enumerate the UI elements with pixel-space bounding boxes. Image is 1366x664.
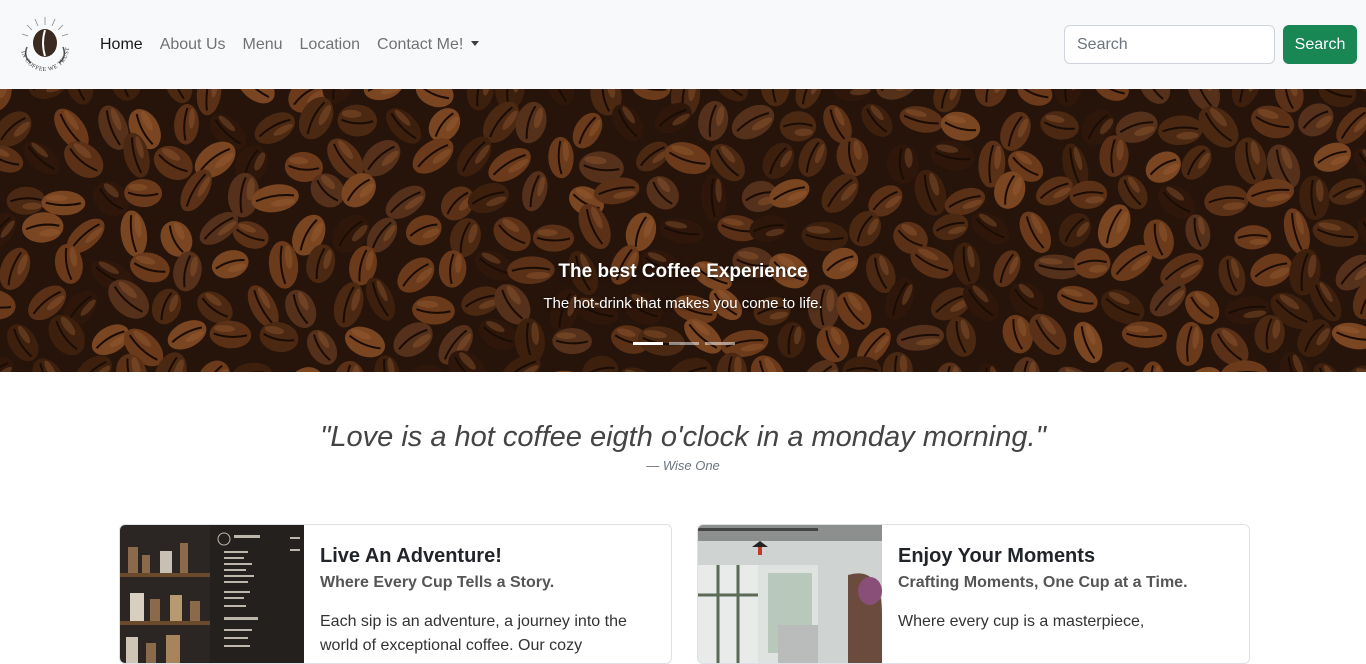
cafe-interior-image bbox=[698, 525, 882, 664]
search-input[interactable] bbox=[1064, 25, 1275, 64]
quote-author: — Wise One bbox=[0, 458, 1366, 473]
nav-contact-label: Contact Me! bbox=[377, 36, 463, 53]
carousel-indicators bbox=[633, 342, 735, 345]
carousel-indicator-2[interactable] bbox=[669, 342, 699, 345]
hero-title: The best Coffee Experience bbox=[0, 261, 1366, 283]
carousel-indicator-1[interactable] bbox=[633, 342, 663, 345]
card-text: Each sip is an adventure, a journey into… bbox=[320, 610, 660, 658]
cafe-menu-board-image bbox=[120, 525, 304, 664]
hero-subtitle: The hot-drink that makes you come to lif… bbox=[0, 295, 1366, 312]
navbar: IN COFFEE WE TRUST Home About Us Menu Lo… bbox=[0, 0, 1366, 89]
card-text: Where every cup is a masterpiece, bbox=[898, 610, 1238, 634]
nav-contact-dropdown[interactable]: Contact Me! bbox=[377, 34, 479, 56]
carousel-indicator-3[interactable] bbox=[705, 342, 735, 345]
card-title: Enjoy Your Moments bbox=[898, 543, 1238, 569]
nav-about-us[interactable]: About Us bbox=[160, 34, 226, 56]
card-subtitle: Crafting Moments, One Cup at a Time. bbox=[898, 573, 1238, 593]
coffee-logo[interactable]: IN COFFEE WE TRUST bbox=[13, 13, 77, 77]
nav-menu[interactable]: Menu bbox=[243, 34, 283, 56]
nav-location[interactable]: Location bbox=[300, 34, 361, 56]
card-subtitle: Where Every Cup Tells a Story. bbox=[320, 573, 660, 593]
card-adventure: Live An Adventure! Where Every Cup Tells… bbox=[119, 524, 672, 664]
card-moments: Enjoy Your Moments Crafting Moments, One… bbox=[697, 524, 1250, 664]
search-button[interactable]: Search bbox=[1283, 25, 1357, 64]
coffee-beans-image bbox=[0, 89, 1366, 372]
chevron-down-icon bbox=[471, 41, 479, 46]
card-body: Enjoy Your Moments Crafting Moments, One… bbox=[898, 543, 1238, 634]
card-body: Live An Adventure! Where Every Cup Tells… bbox=[320, 543, 660, 658]
quote-text: "Love is a hot coffee eigth o'clock in a… bbox=[0, 421, 1366, 454]
nav-links: Home About Us Menu Location Contact Me! bbox=[100, 34, 496, 56]
hero-carousel: The best Coffee Experience The hot-drink… bbox=[0, 89, 1366, 372]
nav-home[interactable]: Home bbox=[100, 34, 143, 56]
card-title: Live An Adventure! bbox=[320, 543, 660, 569]
